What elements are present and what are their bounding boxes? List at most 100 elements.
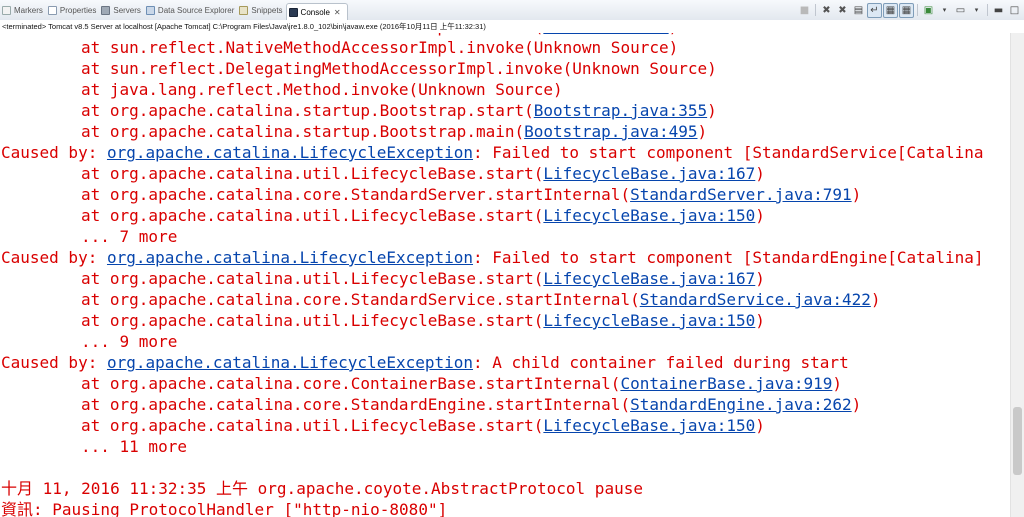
console-text: at org.apache.catalina.util.LifecycleBas… [81, 164, 544, 183]
stack-trace-link[interactable]: Bootstrap.java:495 [524, 122, 697, 141]
console-text: ) [851, 185, 862, 204]
console-line: at org.apache.catalina.util.LifecycleBas… [1, 415, 765, 436]
tab-console[interactable]: Console ✕ [285, 2, 348, 21]
snippets-icon [239, 5, 249, 15]
markers-icon [2, 5, 11, 15]
console-line: 資訊: Pausing ProtocolHandler ["http-nio-8… [1, 499, 447, 517]
tab-label: Markers [14, 5, 43, 15]
tab-label: Properties [59, 5, 97, 15]
tab-servers[interactable]: Servers [99, 1, 144, 19]
toolbar-separator [815, 4, 816, 16]
console-text: at org.apache.catalina.core.ContainerBas… [81, 374, 621, 393]
console-text: ... 7 more [81, 227, 178, 246]
stack-trace-link[interactable]: LifecycleBase.java:167 [543, 164, 755, 183]
stack-trace-link[interactable]: StandardEngine.java:262 [630, 395, 852, 414]
console-line: at sun.reflect.NativeMethodAccessorImpl.… [1, 37, 678, 58]
console-text: at org.apache.catalina.core.StandardServ… [81, 185, 631, 204]
console-text: at org.apache.catalina.startup.Bootstrap… [81, 122, 525, 141]
console-line: Caused by: org.apache.catalina.Lifecycle… [1, 142, 984, 163]
servers-icon [101, 5, 111, 15]
console-text: Caused by: [1, 353, 107, 372]
stack-trace-link[interactable]: ContainerBase.java:919 [620, 374, 832, 393]
console-line: at org.apache.catalina.startup.Bootstrap… [1, 100, 717, 121]
stack-trace-link[interactable]: StandardServer.java:791 [630, 185, 852, 204]
console-line: at org.apache.catalina.util.LifecycleBas… [1, 205, 765, 226]
console-line: ... 11 more [1, 436, 187, 457]
tab-label: Console [300, 7, 330, 17]
maximize-icon[interactable]: □ [1007, 3, 1022, 18]
tab-markers[interactable]: Markers [0, 1, 46, 19]
stack-trace-link[interactable]: LifecycleBase.java:167 [543, 269, 755, 288]
console-text: at sun.reflect.NativeMethodAccessorImpl.… [81, 38, 679, 57]
stack-trace-link[interactable]: LifecycleBase.java:150 [543, 206, 755, 225]
show-console-output-icon[interactable]: ▦ [883, 2, 898, 18]
console-text: at java.lang.reflect.Method.invoke(Unkno… [81, 80, 563, 99]
stack-trace-link[interactable]: LifecycleBase.java:150 [543, 416, 755, 435]
scrollbar-thumb[interactable] [1013, 407, 1022, 475]
console-text: Caused by: [1, 248, 107, 267]
console-output[interactable]: at sun.reflect.NativeMethodAccessorImpl.… [0, 24, 1010, 517]
tab-properties[interactable]: Properties [46, 1, 99, 19]
dropdown-chevron-icon[interactable]: ▾ [937, 3, 952, 18]
console-text: ) [755, 311, 765, 330]
close-tab-icon[interactable]: ✕ [334, 8, 341, 17]
console-text: : Failed to start component [StandardSer… [473, 143, 984, 162]
console-text: ) [832, 374, 842, 393]
remove-launch-icon[interactable]: ✖ [819, 3, 834, 18]
console-text: Caused by: [1, 143, 107, 162]
console-text: ) [851, 395, 862, 414]
stop-icon[interactable]: ■ [797, 3, 812, 18]
remove-all-launches-icon[interactable]: ✖ [835, 3, 850, 18]
console-line: at org.apache.catalina.util.LifecycleBas… [1, 310, 765, 331]
show-console-error-icon[interactable]: ▦ [899, 2, 914, 18]
scroll-lock-icon[interactable]: ▤ [851, 3, 866, 18]
console-toolbar: ■ ✖ ✖ ▤ ↵ ▦ ▦ ▣ ▾ ▭ ▾ ▬ □ [797, 2, 1022, 18]
tab-label: Snippets [251, 5, 283, 15]
console-text: at org.apache.catalina.util.LifecycleBas… [81, 206, 544, 225]
stack-trace-link[interactable]: org.apache.catalina.LifecycleException [107, 248, 473, 267]
console-text: at org.apache.catalina.startup.Bootstrap… [81, 101, 534, 120]
console-line: at org.apache.catalina.startup.Bootstrap… [1, 121, 707, 142]
tab-snippets[interactable]: Snippets [237, 1, 285, 19]
console-line: at java.lang.reflect.Method.invoke(Unkno… [1, 79, 563, 100]
console-text: at org.apache.catalina.util.LifecycleBas… [81, 311, 544, 330]
console-text: ) [755, 164, 765, 183]
pin-console-icon[interactable]: ▣ [921, 3, 936, 18]
console-text: ... 9 more [81, 332, 178, 351]
console-line: ... 7 more [1, 226, 177, 247]
word-wrap-icon[interactable]: ↵ [867, 2, 882, 18]
stack-trace-link[interactable]: LifecycleBase.java:150 [543, 311, 755, 330]
console-icon [288, 7, 298, 17]
vertical-scrollbar[interactable] [1010, 33, 1024, 517]
console-line: at org.apache.catalina.core.ContainerBas… [1, 373, 842, 394]
display-selected-console-icon[interactable]: ▭ [953, 3, 968, 18]
console-line: at org.apache.catalina.util.LifecycleBas… [1, 163, 765, 184]
stack-trace-link[interactable]: org.apache.catalina.LifecycleException [107, 353, 473, 372]
console-line: at org.apache.catalina.core.StandardEngi… [1, 394, 861, 415]
console-text: ... 11 more [81, 437, 187, 456]
console-text: ) [755, 206, 765, 225]
data-source-explorer-icon [145, 5, 155, 15]
stack-trace-link[interactable]: StandardService.java:422 [640, 290, 871, 309]
stack-trace-link[interactable]: Bootstrap.java:355 [534, 101, 707, 120]
dropdown-chevron-icon[interactable]: ▾ [969, 3, 984, 18]
console-line: ... 9 more [1, 331, 177, 352]
minimize-icon[interactable]: ▬ [991, 3, 1006, 18]
console-text: at org.apache.catalina.util.LifecycleBas… [81, 416, 544, 435]
launch-status-label: <terminated> Tomcat v8.5 Server at local… [0, 20, 1024, 33]
console-text: at sun.reflect.DelegatingMethodAccessorI… [81, 59, 717, 78]
stack-trace-link[interactable]: org.apache.catalina.LifecycleException [107, 143, 473, 162]
console-text: at org.apache.catalina.core.StandardServ… [81, 290, 640, 309]
tab-label: Servers [113, 5, 141, 15]
view-tab-bar: Markers Properties Servers Data Source E… [0, 0, 1024, 21]
console-line: at org.apache.catalina.core.StandardServ… [1, 289, 881, 310]
console-line: at sun.reflect.DelegatingMethodAccessorI… [1, 58, 717, 79]
console-line: 十月 11, 2016 11:32:35 上午 org.apache.coyot… [1, 478, 643, 499]
console-text: ) [755, 269, 765, 288]
tab-label: Data Source Explorer [157, 5, 235, 15]
console-line: at org.apache.catalina.util.LifecycleBas… [1, 268, 765, 289]
console-line: Caused by: org.apache.catalina.Lifecycle… [1, 352, 849, 373]
console-text: at org.apache.catalina.core.StandardEngi… [81, 395, 631, 414]
toolbar-separator [917, 4, 918, 16]
tab-data-source-explorer[interactable]: Data Source Explorer [144, 1, 237, 19]
